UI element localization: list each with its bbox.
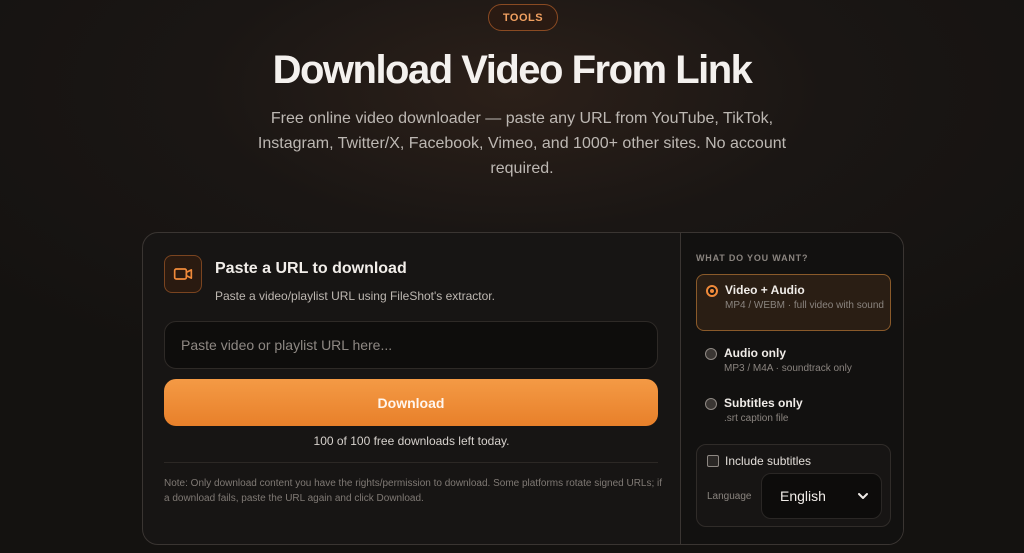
panel-subtitle: Paste a video/playlist URL using FileSho… <box>215 289 495 303</box>
option-desc: MP3 / M4A · soundtrack only <box>724 363 852 374</box>
rights-note: Note: Only download content you have the… <box>164 478 663 504</box>
page-subtitle: Free online video downloader — paste any… <box>257 110 787 177</box>
option-video-audio[interactable]: Video + Audio MP4 / WEBM · full video wi… <box>696 274 891 331</box>
downloader-card: Paste a URL to download Paste a video/pl… <box>142 232 904 545</box>
option-title: Audio only <box>724 346 786 360</box>
tools-badge: TOOLS <box>488 4 558 31</box>
include-subtitles-label[interactable]: Include subtitles <box>725 454 811 468</box>
url-panel: Paste a URL to download Paste a video/pl… <box>143 233 680 544</box>
options-label: WHAT DO YOU WANT? <box>696 253 809 263</box>
language-select[interactable]: English <box>761 473 882 519</box>
page-title: Download Video From Link <box>272 48 753 92</box>
remaining-downloads: 100 of 100 free downloads left today. <box>313 434 510 448</box>
language-value: English <box>780 488 826 504</box>
option-desc: .srt caption file <box>724 413 789 424</box>
option-desc: MP4 / WEBM · full video with sound <box>725 300 884 311</box>
language-label: Language <box>707 491 752 502</box>
video-icon-box <box>164 255 202 293</box>
panel-title: Paste a URL to download <box>215 260 407 277</box>
option-title: Subtitles only <box>724 396 803 410</box>
radio-video-audio[interactable] <box>706 285 718 297</box>
options-panel: WHAT DO YOU WANT? Video + Audio MP4 / WE… <box>680 233 903 544</box>
radio-subtitles-only[interactable] <box>705 398 717 410</box>
subtitles-settings: Include subtitles Language English <box>696 444 891 527</box>
include-subtitles-checkbox[interactable] <box>707 455 719 467</box>
chevron-down-icon <box>858 493 868 499</box>
radio-audio-only[interactable] <box>705 348 717 360</box>
divider <box>164 462 658 463</box>
option-audio-only[interactable]: Audio only MP3 / M4A · soundtrack only <box>696 338 891 382</box>
option-subtitles-only[interactable]: Subtitles only .srt caption file <box>696 388 891 432</box>
option-title: Video + Audio <box>725 283 805 297</box>
download-button[interactable]: Download <box>164 379 658 426</box>
video-camera-icon <box>173 268 193 280</box>
url-input[interactable] <box>164 321 658 369</box>
